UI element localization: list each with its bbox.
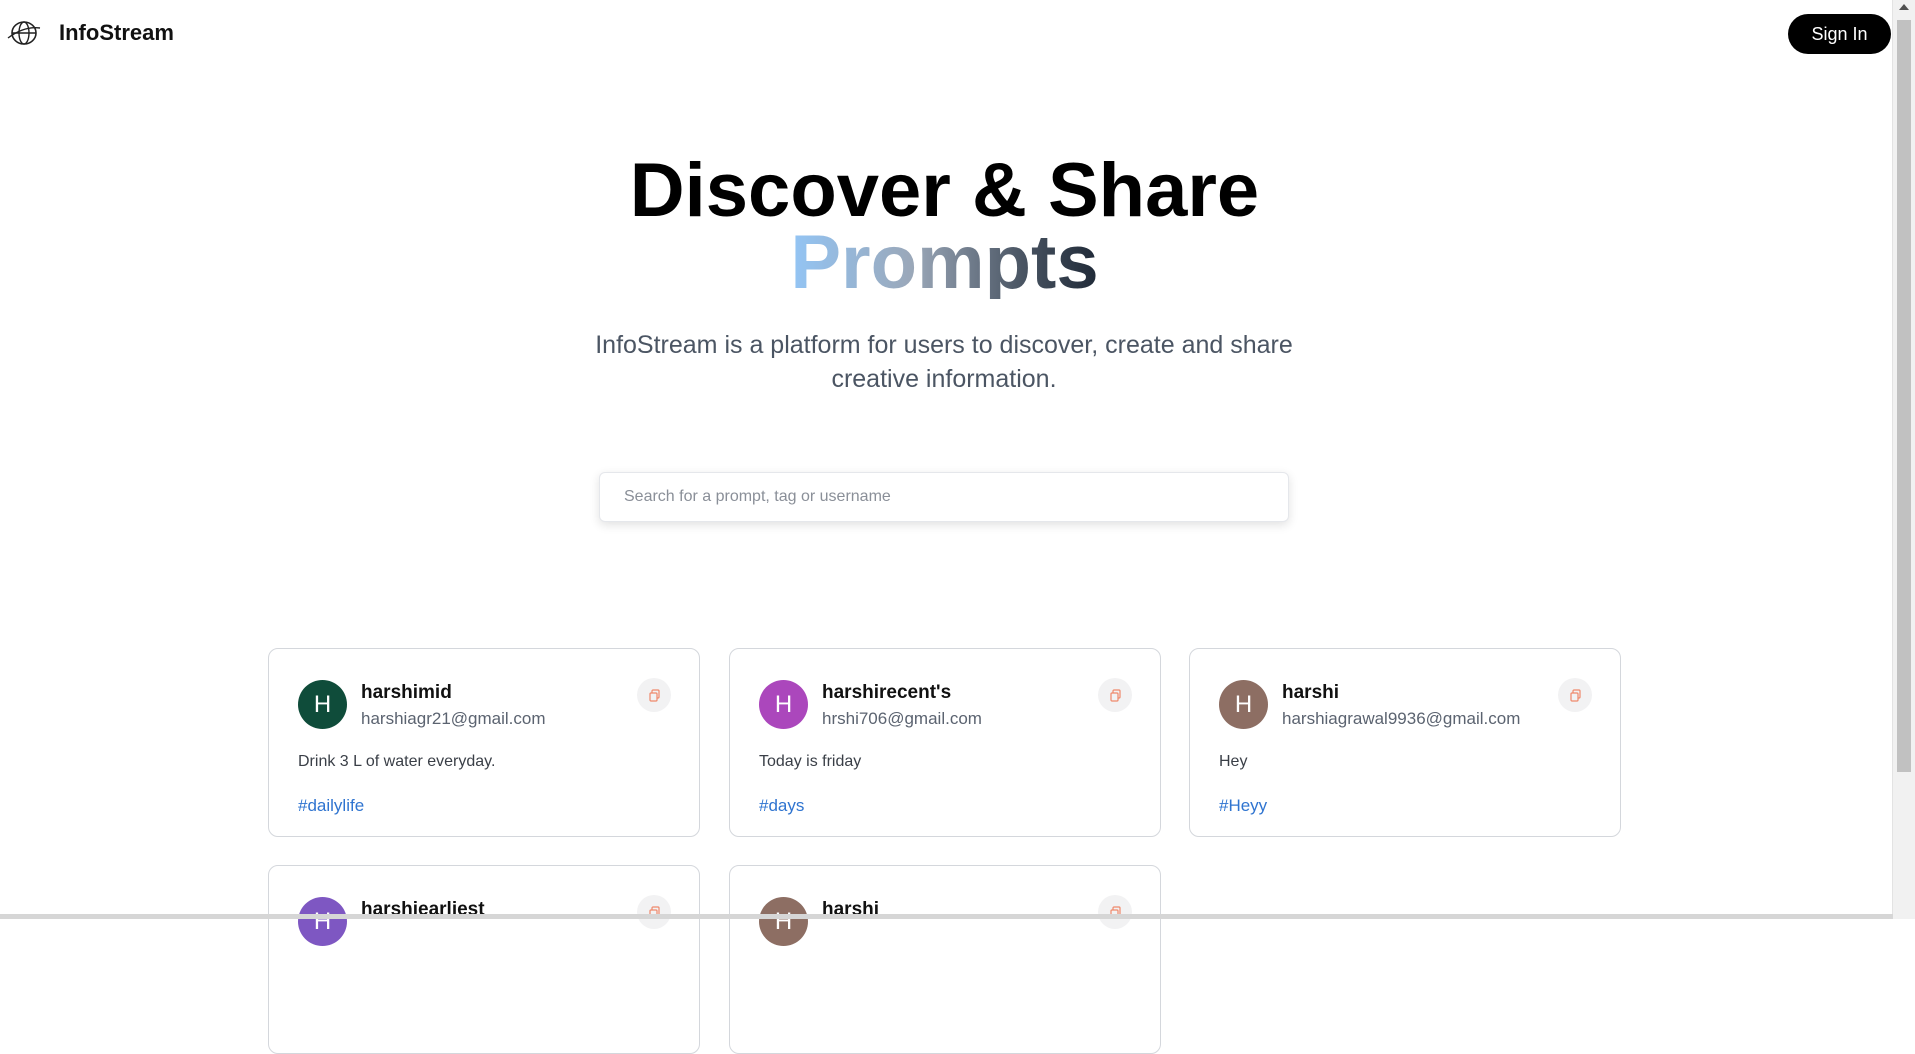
card-prompt-text: Today is friday xyxy=(759,753,862,770)
card-username[interactable]: harshimid xyxy=(361,682,452,704)
prompt-card: Hharshiearliest xyxy=(268,865,700,1054)
card-tag[interactable]: #days xyxy=(759,796,804,816)
copy-button[interactable] xyxy=(1558,678,1592,712)
prompt-card: Hharshirecent's hrshi706@gmail.com Today i… xyxy=(729,648,1161,837)
avatar[interactable]: H xyxy=(759,680,808,729)
copy-icon xyxy=(1109,688,1121,702)
card-prompt-text: Drink 3 L of water everyday. xyxy=(298,753,496,770)
top-nav: InfoStream Sign In xyxy=(0,0,1893,68)
prompt-card: Hharshimid harshiagr21@gmail.com Drink 3 L… xyxy=(268,648,700,837)
card-email: hrshi706@gmail.com xyxy=(822,709,982,728)
avatar[interactable]: H xyxy=(759,897,808,946)
page-scrollbar[interactable] xyxy=(1892,0,1915,919)
card-prompt-text: Hey xyxy=(1219,753,1248,770)
brand-name[interactable]: InfoStream xyxy=(59,20,174,46)
copy-button[interactable] xyxy=(637,678,671,712)
prompt-card: Hharshi xyxy=(729,865,1161,1054)
card-username[interactable]: harshirecent's xyxy=(822,682,951,704)
hero-title-line2: Prompts xyxy=(790,220,1099,305)
card-username[interactable]: harshi xyxy=(1282,682,1339,704)
sign-in-button[interactable]: Sign In xyxy=(1788,14,1891,54)
copy-icon xyxy=(1569,688,1581,702)
globe-icon[interactable] xyxy=(6,18,42,48)
search-input[interactable] xyxy=(599,472,1289,522)
avatar[interactable]: H xyxy=(298,897,347,946)
copy-button[interactable] xyxy=(1098,895,1132,929)
scrollbar-thumb[interactable] xyxy=(1897,20,1911,772)
hero-title: Discover & Share Prompts xyxy=(0,153,1889,305)
copy-button[interactable] xyxy=(637,895,671,929)
scroll-up-arrow[interactable] xyxy=(1899,4,1909,10)
avatar[interactable]: H xyxy=(1219,680,1268,729)
card-email: harshiagr21@gmail.com xyxy=(361,709,546,728)
copy-button[interactable] xyxy=(1098,678,1132,712)
card-tag[interactable]: #dailylife xyxy=(298,796,364,816)
page-bottom-edge xyxy=(0,914,1893,919)
copy-icon xyxy=(648,688,660,702)
hero-description: InfoStream is a platform for users to di… xyxy=(595,331,1293,393)
card-tag[interactable]: #Heyy xyxy=(1219,796,1267,816)
prompt-card: Hharshi harshiagrawal9936@gmail.com Hey #He… xyxy=(1189,648,1621,837)
avatar[interactable]: H xyxy=(298,680,347,729)
card-email: harshiagrawal9936@gmail.com xyxy=(1282,709,1521,728)
